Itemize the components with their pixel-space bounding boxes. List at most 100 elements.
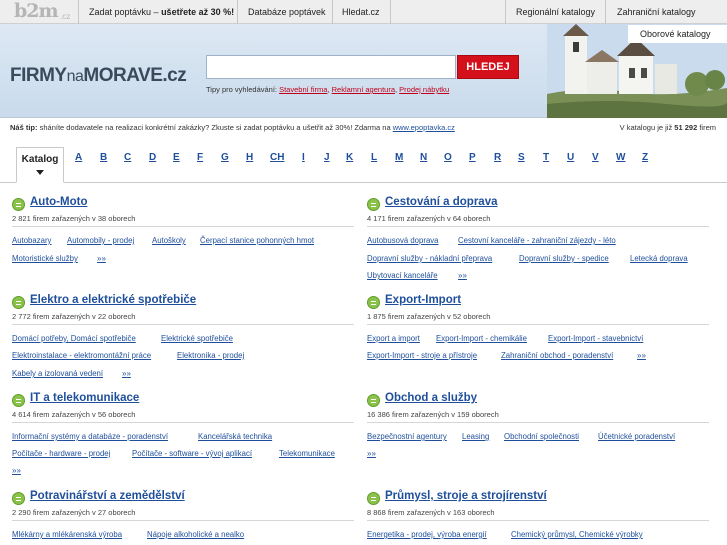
subcategory-link[interactable]: Telekomunikace [279, 449, 335, 458]
subcategory-link[interactable]: Energetika - prodej, výroba energií [367, 530, 487, 539]
subcategory-link[interactable]: Zahraniční obchod - poradenství [501, 351, 613, 360]
letter-link[interactable]: M [395, 152, 403, 163]
zadat-poptavku-link[interactable]: Zadat poptávku – ušetřete až 30 %! [89, 0, 234, 24]
subcategory-link[interactable]: Autoškoly [152, 236, 186, 245]
site-logo[interactable]: FIRMYnaMORAVE.cz [10, 65, 187, 87]
separator [78, 0, 79, 24]
subcategory-link[interactable]: Elektroinstalace - elektromontážní práce [12, 351, 151, 360]
more-link[interactable]: »» [458, 271, 467, 280]
letter-link[interactable]: G [221, 152, 229, 163]
letter-link[interactable]: E [173, 152, 180, 163]
count-post: firem [697, 123, 716, 132]
subcategory-link[interactable]: Elektronika - prodej [177, 351, 244, 360]
more-link[interactable]: »» [367, 449, 376, 458]
subcategory-link[interactable]: Domácí potřeby, Domácí spotřebiče [12, 334, 136, 343]
letter-link[interactable]: A [75, 152, 82, 163]
brand-part-2: na [66, 68, 84, 85]
category-title[interactable]: Export-Import [385, 294, 461, 306]
subcategory-link[interactable]: Účetnické poradenství [598, 432, 675, 441]
subcategory-link[interactable]: Kancelářská technika [198, 432, 272, 441]
separator [505, 0, 506, 24]
subcategory-link[interactable]: Autobusová doprava [367, 236, 439, 245]
subcategory-link[interactable]: Kabely a izolovaná vedení [12, 369, 103, 378]
epoptavka-link[interactable]: www.epoptavka.cz [393, 123, 455, 132]
subcategory-link[interactable]: Cestovní kanceláře - zahraniční zájezdy … [458, 236, 616, 245]
letter-link[interactable]: W [616, 152, 625, 163]
letter-link[interactable]: O [444, 152, 452, 163]
letter-link[interactable]: CH [270, 152, 284, 163]
hledat-cz-link[interactable]: Hledat.cz [342, 0, 380, 24]
category-title[interactable]: Elektro a elektrické spotřebiče [30, 294, 196, 306]
letter-link[interactable]: P [469, 152, 476, 163]
search-button[interactable]: HLEDEJ [457, 55, 519, 79]
more-link[interactable]: »» [12, 466, 21, 475]
subcategory-link[interactable]: Ubytovací kanceláře [367, 271, 438, 280]
subcategory-link[interactable]: Dopravní služby - nákladní přeprava [367, 254, 492, 263]
regionalni-katalogy-link[interactable]: Regionální katalogy [516, 0, 595, 24]
tip-line: Náš tip: sháníte dodavatele na realizaci… [10, 123, 455, 132]
subcategory-link[interactable]: Chemický průmysl, Chemické výrobky [511, 530, 643, 539]
category-icon [367, 394, 380, 407]
subcategory-link[interactable]: Obchodní společnosti [504, 432, 579, 441]
letter-link[interactable]: J [324, 152, 330, 163]
subcategory-link[interactable]: Bezpečnostní agentury [367, 432, 447, 441]
letter-link[interactable]: H [246, 152, 253, 163]
subcategory-link[interactable]: Export-Import - chemikálie [436, 334, 527, 343]
letter-link[interactable]: R [494, 152, 501, 163]
katalog-tab[interactable]: Katalog [16, 147, 64, 183]
zahranicni-katalogy-link[interactable]: Zahraniční katalogy [617, 0, 696, 24]
letter-link[interactable]: D [149, 152, 156, 163]
letter-link[interactable]: C [124, 152, 131, 163]
category-count: 2 772 firem zařazených v 22 oborech [12, 312, 136, 321]
category-title[interactable]: Cestování a doprava [385, 196, 497, 208]
databaze-poptavek-link[interactable]: Databáze poptávek [248, 0, 326, 24]
letter-link[interactable]: F [197, 152, 203, 163]
subcategory-link[interactable]: Export a import [367, 334, 420, 343]
letter-link[interactable]: Z [642, 152, 648, 163]
subcategory-link[interactable]: Počítače - software - vývoj aplikací [132, 449, 252, 458]
subcategory-link[interactable]: Dopravní služby - spedice [519, 254, 609, 263]
letter-link[interactable]: N [420, 152, 427, 163]
letter-link[interactable]: I [302, 152, 305, 163]
subcategory-link[interactable]: Leasing [462, 432, 489, 441]
tip-stavebni-firma[interactable]: Stavební firma [279, 85, 327, 94]
letter-link[interactable]: T [543, 152, 549, 163]
subcategory-link[interactable]: Export-Import - stavebnictví [548, 334, 643, 343]
category-title[interactable]: IT a telekomunikace [30, 392, 139, 404]
letter-link[interactable]: K [346, 152, 353, 163]
letter-link[interactable]: U [567, 152, 574, 163]
subcategory-link[interactable]: Nápoje alkoholické a nealko [147, 530, 244, 539]
subcategory-link[interactable]: Elektrické spotřebiče [161, 334, 233, 343]
more-link[interactable]: »» [637, 351, 646, 360]
subcategory-link[interactable]: Motoristické služby [12, 254, 78, 263]
subcategory-link[interactable]: Informační systémy a databáze - poradens… [12, 432, 168, 441]
category-count: 8 868 firem zařazených v 163 oborech [367, 508, 495, 517]
letter-link[interactable]: S [518, 152, 525, 163]
more-link[interactable]: »» [122, 369, 131, 378]
divider [367, 520, 709, 521]
category-title[interactable]: Auto-Moto [30, 196, 87, 208]
category-icon [12, 394, 25, 407]
letter-link[interactable]: V [592, 152, 599, 163]
subcategory-link[interactable]: Automobily - prodej [67, 236, 134, 245]
subcategory-link[interactable]: Autobazary [12, 236, 51, 245]
count-pre: V katalogu je již [619, 123, 675, 132]
subcategory-link[interactable]: Letecká doprava [630, 254, 688, 263]
category-title[interactable]: Průmysl, stroje a strojírenství [385, 490, 547, 502]
tip-reklamni-agentura[interactable]: Reklamní agentura [332, 85, 395, 94]
subcategory-link[interactable]: Mlékárny a mlékárenská výroba [12, 530, 122, 539]
category-title[interactable]: Obchod a služby [385, 392, 477, 404]
category-icon [367, 198, 380, 211]
category-title[interactable]: Potravinářství a zemědělství [30, 490, 185, 502]
more-link[interactable]: »» [97, 254, 106, 263]
zadat-poptavku-label: Zadat poptávku – [89, 7, 162, 17]
letter-link[interactable]: L [371, 152, 377, 163]
subcategory-link[interactable]: Čerpací stanice pohonných hmot [200, 236, 314, 245]
letter-link[interactable]: B [100, 152, 107, 163]
b2m-logo[interactable]: b2m .cz [10, 0, 76, 23]
tip-prodej-nabytku[interactable]: Prodej nábytku [399, 85, 449, 94]
search-input[interactable] [206, 55, 456, 79]
oborove-katalogy-link[interactable]: Oborové katalogy [628, 25, 727, 43]
subcategory-link[interactable]: Počítače - hardware - prodej [12, 449, 110, 458]
subcategory-link[interactable]: Export-Import - stroje a přístroje [367, 351, 477, 360]
